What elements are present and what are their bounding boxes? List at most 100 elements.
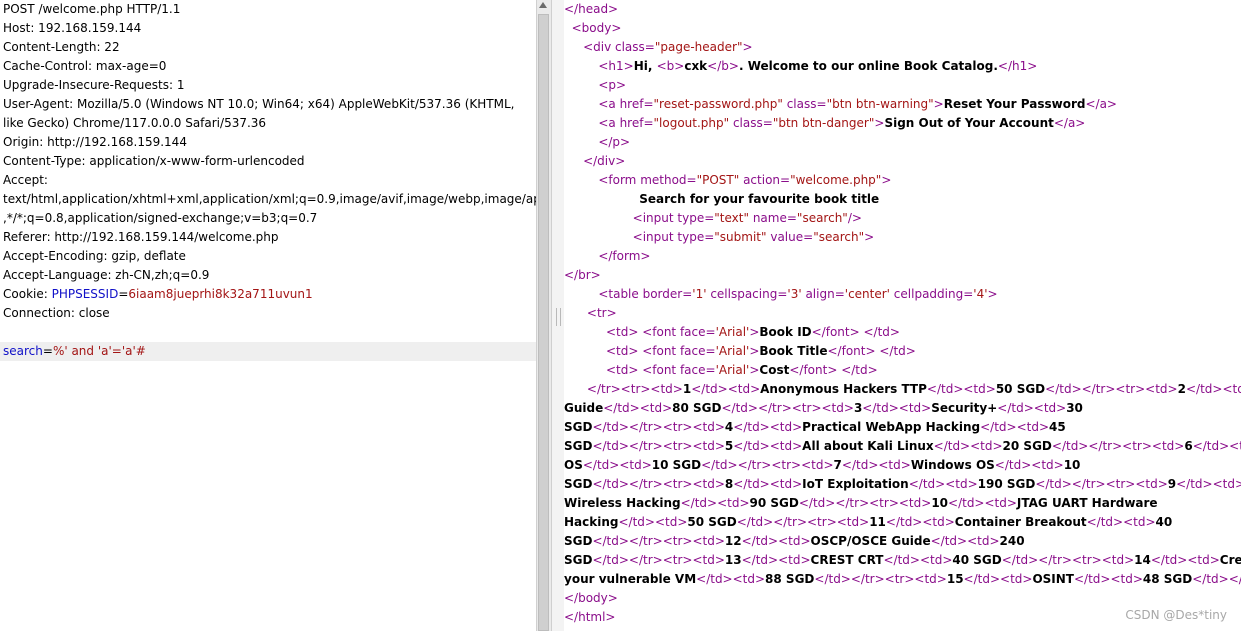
request-editor-pane[interactable]: POST /welcome.php HTTP/1.1 Host: 192.168.… xyxy=(0,0,536,631)
code-token: "submit" xyxy=(714,230,767,244)
code-token: </td></tr><tr><td> xyxy=(1045,382,1178,396)
code-token: OSINT xyxy=(1032,572,1074,586)
code-token: Hacking xyxy=(564,515,619,529)
response-code-line: <tr> xyxy=(564,304,1241,323)
code-token: </td></tr><tr><td> xyxy=(592,420,725,434)
code-token: 190 SGD xyxy=(977,477,1036,491)
code-token: Hi, xyxy=(633,59,657,73)
code-token: type= xyxy=(677,230,715,244)
code-token: <table xyxy=(564,287,643,301)
code-token: align= xyxy=(801,287,845,301)
response-code-line: <td> <font face='Arial'>Cost</font> </td… xyxy=(564,361,1241,380)
cookie-label: Cookie: xyxy=(3,287,52,301)
code-token: /> xyxy=(847,211,862,225)
response-code-line: </head> xyxy=(564,0,1241,19)
code-token: </td><td> xyxy=(741,534,811,548)
code-token: Guide xyxy=(564,401,604,415)
code-token: </td><td> xyxy=(691,382,761,396)
code-token: </td></tr><tr><td> xyxy=(736,515,870,529)
cookie-name: PHPSESSID xyxy=(51,287,119,301)
pane-splitter[interactable] xyxy=(551,0,565,631)
code-token: </head> xyxy=(564,2,619,16)
code-token: 90 SGD xyxy=(749,496,799,510)
code-token: "POST" xyxy=(696,173,740,187)
code-token: </font> </td> xyxy=(811,325,900,339)
cookie-eq: = xyxy=(118,287,129,301)
code-token: Search for your favourite book title xyxy=(564,192,880,206)
code-token: "logout.php" xyxy=(653,116,730,130)
response-code-line: <table border='1' cellspacing='3' align=… xyxy=(564,285,1241,304)
code-token: </td></tr><tr><td> xyxy=(592,477,725,491)
code-token: > xyxy=(749,325,760,339)
code-token: cxk xyxy=(684,59,708,73)
code-token: 50 SGD xyxy=(995,382,1046,396)
response-code-line: <div class="page-header"> xyxy=(564,38,1241,57)
code-token: </td><td> xyxy=(733,477,803,491)
scrollbar-thumb[interactable] xyxy=(538,14,549,631)
code-token: 'center' xyxy=(844,287,890,301)
code-token: href= xyxy=(619,116,654,130)
code-token: SGD xyxy=(564,553,593,567)
code-token: Creating xyxy=(1219,553,1241,567)
code-token: </h1> xyxy=(997,59,1038,73)
code-token: cellpadding= xyxy=(889,287,974,301)
code-token: </td><td> xyxy=(733,439,803,453)
code-token: class= xyxy=(782,97,827,111)
code-token: <input xyxy=(564,211,678,225)
code-token: <input xyxy=(564,230,678,244)
code-token: </td><td> xyxy=(1185,382,1241,396)
code-token: 'Arial' xyxy=(715,325,750,339)
code-token: </font> </td> xyxy=(789,363,878,377)
request-scrollbar[interactable] xyxy=(536,0,551,631)
code-token: 45 xyxy=(1049,420,1066,434)
response-code-line: </p> xyxy=(564,133,1241,152)
code-token: </td><td> xyxy=(1176,477,1241,491)
code-token: 88 SGD xyxy=(765,572,815,586)
code-token: > xyxy=(864,230,875,244)
request-body-line[interactable]: search=%' and 'a'='a'# xyxy=(0,342,536,361)
request-header-line: Origin: http://192.168.159.144 xyxy=(3,135,187,149)
code-token: </td><td> xyxy=(885,515,955,529)
code-token: <td> <font xyxy=(564,363,680,377)
request-header-line: POST /welcome.php HTTP/1.1 xyxy=(3,2,181,16)
code-token: <tr> xyxy=(564,306,617,320)
code-token: OS xyxy=(564,458,583,472)
code-token: </td></tr><tr><td> xyxy=(1051,439,1185,453)
code-token: </td><td> xyxy=(733,420,803,434)
code-token: Practical WebApp Hacking xyxy=(802,420,981,434)
scroll-up-arrow-icon[interactable] xyxy=(539,2,547,8)
code-token: 50 SGD xyxy=(687,515,737,529)
code-token: SGD xyxy=(564,420,593,434)
code-token: <a xyxy=(564,116,620,130)
code-token: </td></tr><tr><td> xyxy=(721,401,854,415)
code-token: <form xyxy=(564,173,641,187)
code-token: value= xyxy=(766,230,814,244)
code-token: type= xyxy=(677,211,715,225)
code-token: 10 SGD xyxy=(651,458,702,472)
request-header-line: Host: 192.168.159.144 xyxy=(3,21,142,35)
response-viewer-pane[interactable]: </head> <body> <div class="page-header">… xyxy=(564,0,1241,631)
code-token: 30 xyxy=(1066,401,1083,415)
code-token: </td><td> xyxy=(883,553,953,567)
response-code-line: Wireless Hacking</td><td>90 SGD</td></tr… xyxy=(564,494,1241,513)
code-token: </form> xyxy=(564,249,651,263)
code-token: <h1> xyxy=(564,59,634,73)
code-token: </td><td> xyxy=(582,458,652,472)
code-token: 13 xyxy=(724,553,742,567)
code-token: </font> </td> xyxy=(827,344,916,358)
response-code-line: <body> xyxy=(564,19,1241,38)
code-token: Wireless Hacking xyxy=(564,496,681,510)
code-token: SGD xyxy=(564,534,593,548)
response-code-line: <td> <font face='Arial'>Book ID</font> <… xyxy=(564,323,1241,342)
code-token: '3' xyxy=(787,287,802,301)
code-token: 7 xyxy=(833,458,842,472)
code-token: Security+ xyxy=(931,401,998,415)
code-token: 6 xyxy=(1184,439,1193,453)
code-token: 8 xyxy=(724,477,734,491)
response-code-line: </tr><tr><td>1</td><td>Anonymous Hackers… xyxy=(564,380,1241,399)
code-token: 48 SGD xyxy=(1142,572,1193,586)
code-token: cellspacing= xyxy=(706,287,788,301)
code-token: href= xyxy=(619,97,654,111)
response-code-line: </form> xyxy=(564,247,1241,266)
code-token: "btn btn-warning" xyxy=(826,97,934,111)
